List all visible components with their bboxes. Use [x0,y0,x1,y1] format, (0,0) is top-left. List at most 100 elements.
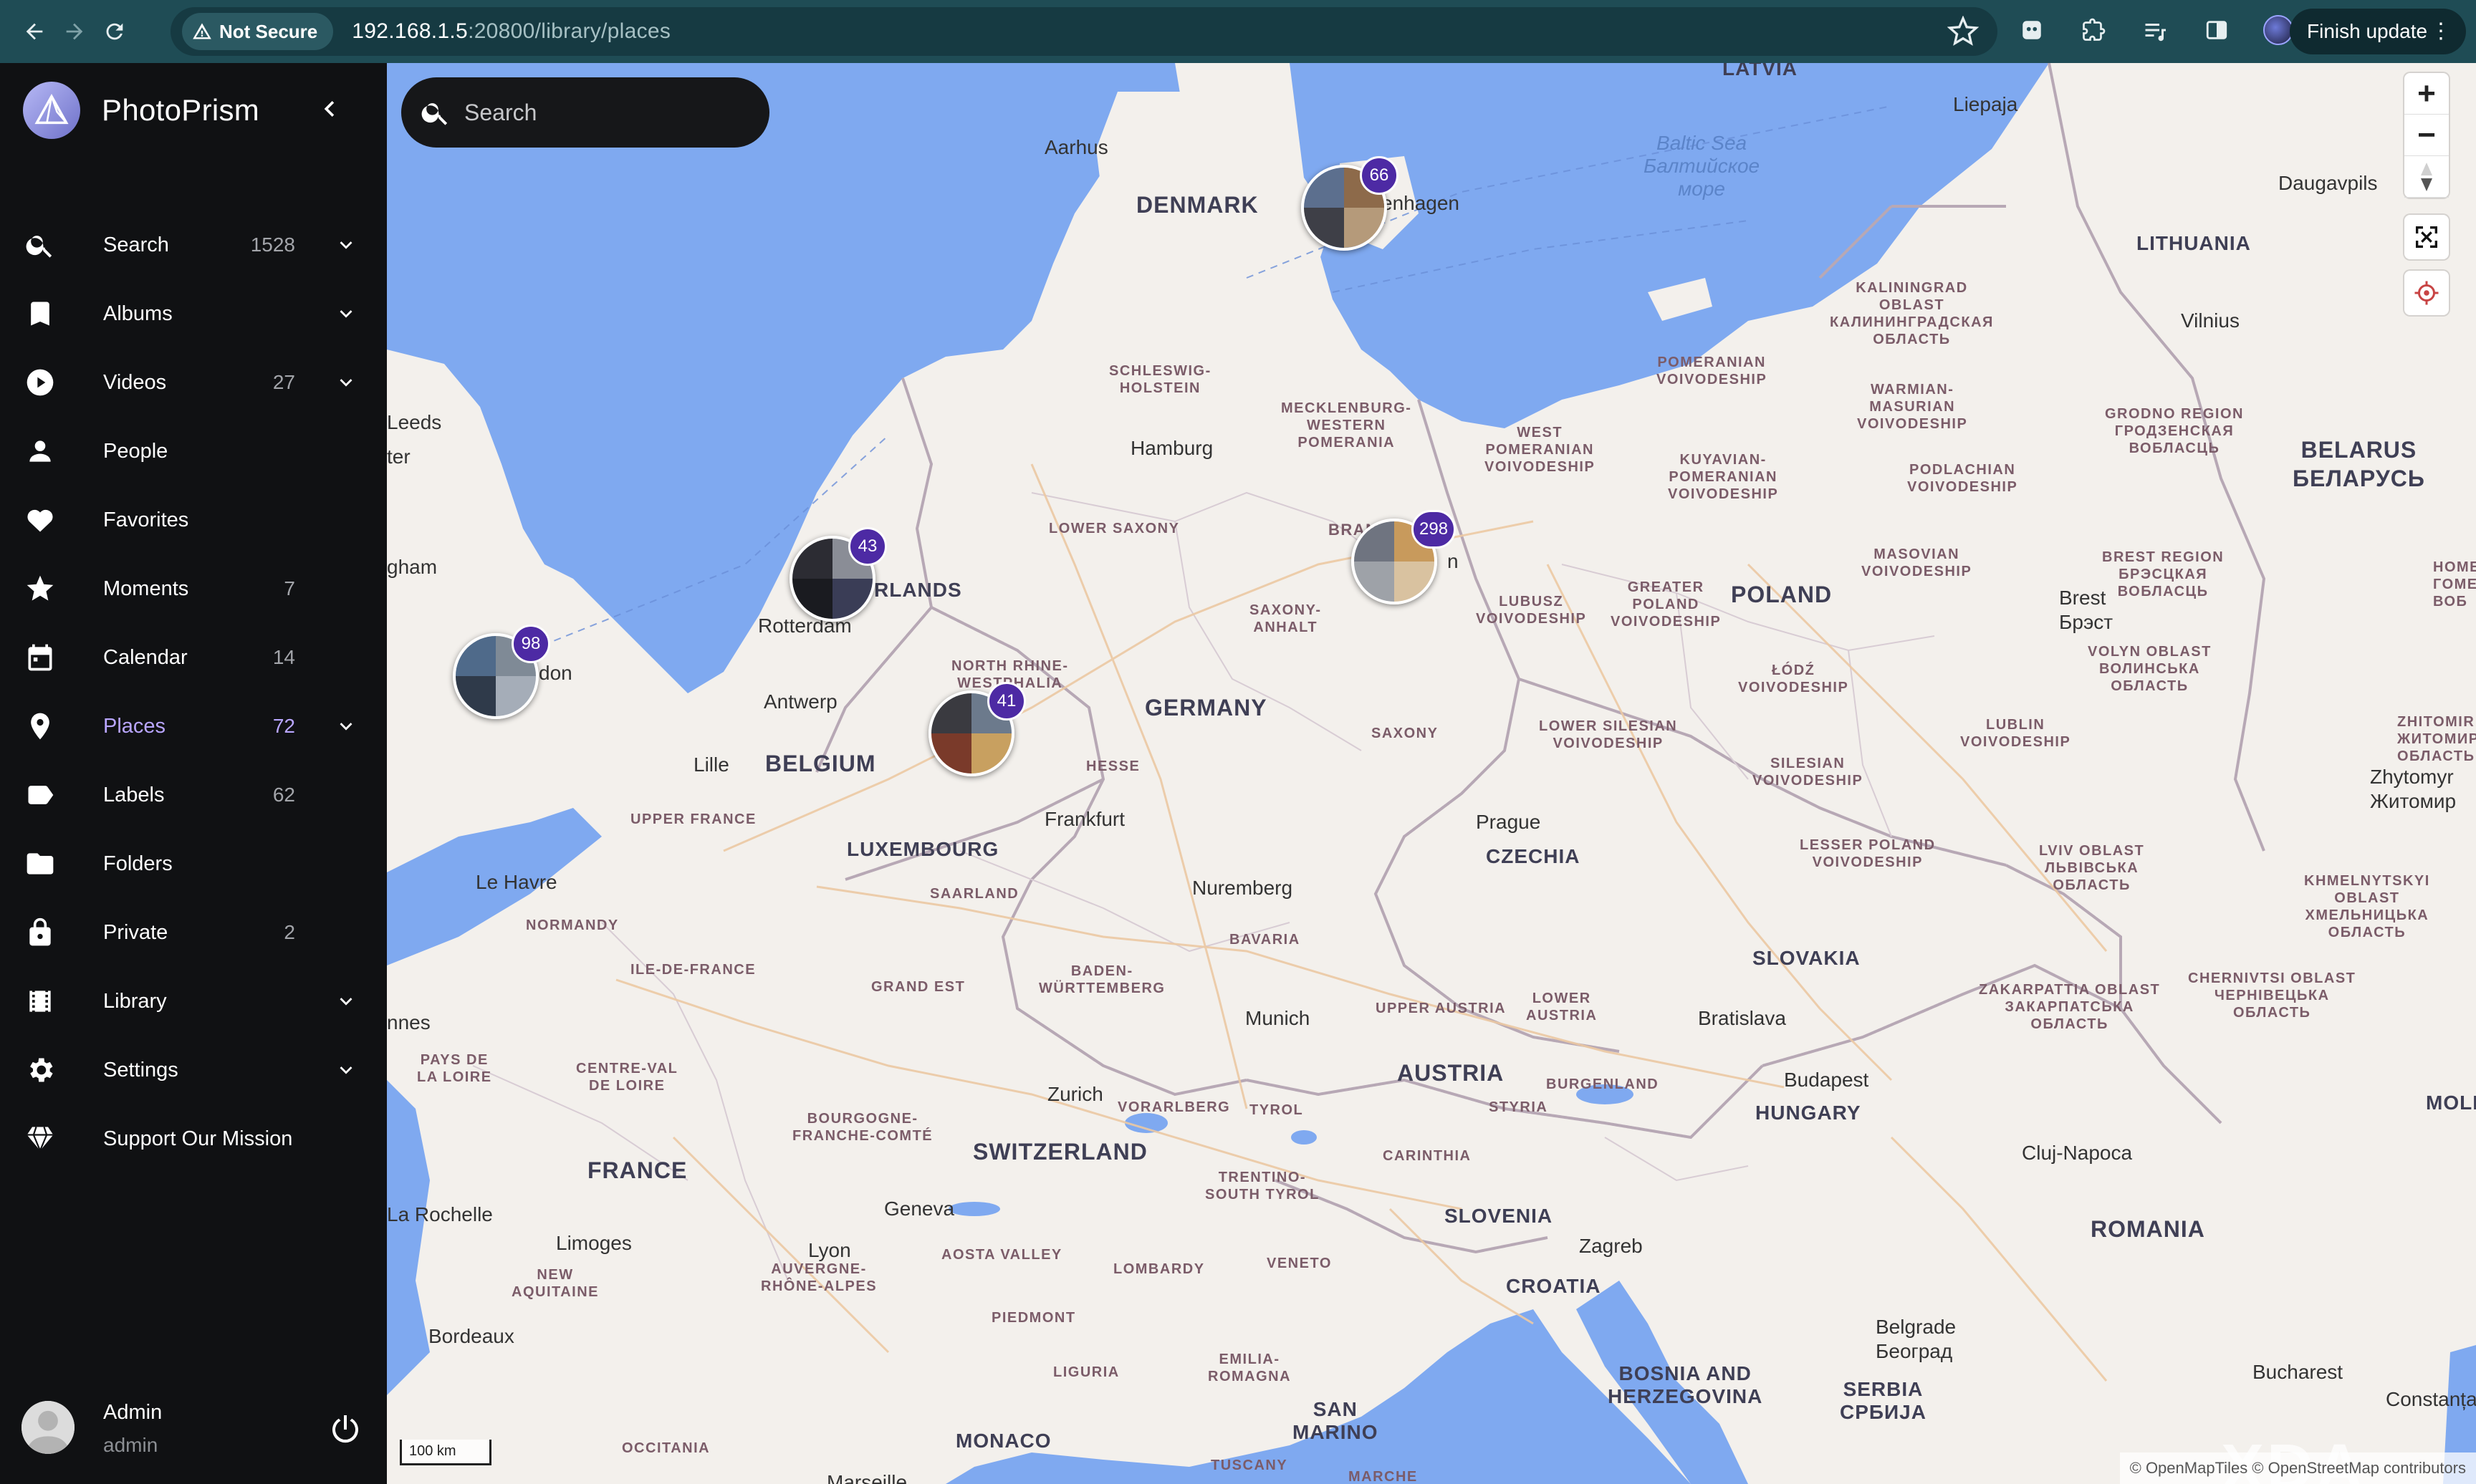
map-search-box[interactable] [401,77,769,148]
sidebar-item-places[interactable]: Places 72 [0,692,387,761]
map-label: ROMAGNA [1208,1369,1292,1384]
sidebar-item-calendar[interactable]: Calendar 14 [0,623,387,692]
gear-icon [30,1058,53,1082]
address-bar[interactable]: Not Secure 192.168.1.5:20800/library/pla… [171,7,1997,56]
cluster-thumbnail [1394,562,1434,602]
chevron-down-icon[interactable] [334,989,358,1013]
map-label: ŁÓDŹ [1771,662,1815,678]
chevron-down-icon[interactable] [334,233,358,257]
map-label: DE LOIRE [588,1078,666,1094]
map-label-region: CENTRE-VAL DE LOIRE [576,1060,678,1094]
map-label-region: ŁÓDŹ VOIVODESHIP [1738,662,1848,696]
cluster-count-badge[interactable]: 41 [987,682,1026,721]
chevron-left-icon[interactable] [314,93,345,125]
chevron-down-icon[interactable] [334,302,358,326]
map-label-city: Zhytomyr Житомир [2370,765,2456,814]
sidebar-item-folders[interactable]: Folders [0,829,387,898]
sidebar: PhotoPrism Search 1528 Albums Videos 27 … [0,63,387,1484]
back-button[interactable] [14,11,54,52]
person-icon [29,440,51,462]
map-label: SLOVAKIA [1752,947,1861,969]
sidebar-item-albums[interactable]: Albums [0,279,387,348]
sidebar-item-support[interactable]: Support Our Mission [0,1104,387,1173]
chevron-down-icon[interactable] [334,714,358,738]
search-icon [421,103,448,125]
sidebar-item-favorites[interactable]: Favorites [0,486,387,554]
security-indicator[interactable]: Not Secure [182,13,334,50]
map-label: GRAND EST [871,979,966,995]
map-label: KUYAVIAN- [1679,452,1767,468]
map-label: VOIVODESHIP [1861,564,1972,579]
chevron-down-icon[interactable] [334,1058,358,1082]
extension-icon[interactable] [2013,11,2050,49]
map-label: AUSTRIA [1526,1008,1598,1023]
map-search-input[interactable] [464,99,736,126]
map-label: Lyon [808,1239,851,1261]
map-label-city: Brest Брэст [2059,586,2113,635]
map-label: Frankfurt [1045,808,1126,830]
map-label: BADEN- [1070,963,1133,979]
map-label-region: CHERNIVTSI OBLAST ЧЕРНІВЕЦЬКА ОБЛАСТЬ [2188,970,2356,1021]
map-label: LIGURIA [1053,1364,1120,1380]
locate-button[interactable] [2404,271,2449,315]
map-label: gham [387,556,438,578]
fullscreen-button[interactable] [2404,215,2449,259]
reload-icon [106,23,123,40]
sidebar-item-library[interactable]: Library [0,967,387,1036]
map-label: Nuremberg [1192,877,1293,899]
arrow-left-icon [26,23,43,40]
brand[interactable]: PhotoPrism [23,80,259,140]
user-profile[interactable]: Admin admin [21,1395,373,1460]
media-controls-button[interactable] [2136,11,2174,49]
cluster-count-badge[interactable]: 66 [1360,156,1398,195]
places-map[interactable]: LATVIA Liepaja Aarhus DENMARK enhagen Ba… [387,63,2476,1484]
zoom-in-button[interactable]: + [2404,73,2449,115]
sidebar-item-settings[interactable]: Settings [0,1036,387,1104]
map-label: SAXONY- [1249,602,1322,618]
cluster-count-badge[interactable]: 298 [1411,510,1457,549]
folder-icon [27,853,54,874]
map-label: LESSER POLAND [1800,837,1936,853]
extensions-button[interactable] [2075,11,2112,49]
finish-update-button[interactable]: Finish update ⋮ [2290,9,2466,54]
sidebar-item-label: Calendar [103,645,188,669]
sidebar-item-people[interactable]: People [0,417,387,486]
map-label: KALININGRAD [1856,280,1968,296]
sidebar-item-videos[interactable]: Videos 27 [0,348,387,417]
map-label: FRANCHE-COMTÉ [792,1128,934,1144]
map-label: n [1447,550,1459,572]
map-label: FRANCE [587,1157,688,1183]
map-label: Geneva [884,1198,955,1220]
cluster-thumbnail [1304,168,1344,208]
url-path: :20800/library/places [468,19,671,43]
fullscreen-icon [2416,226,2437,248]
power-icon[interactable] [328,1411,363,1445]
zoom-out-button[interactable]: − [2404,115,2449,156]
url-text[interactable]: 192.168.1.5:20800/library/places [352,19,671,44]
map-label: Bucharest [2252,1361,2343,1383]
map-label: SAXONY [1371,726,1439,741]
bookmark-star-icon[interactable] [1947,16,1979,47]
chevron-down-icon[interactable] [334,370,358,395]
map-label-region: LUBUSZ VOIVODESHIP [1476,593,1586,627]
side-panel-button[interactable] [2198,11,2235,49]
cluster-thumbnail [456,636,496,676]
map-attribution[interactable]: © OpenMapTiles © OpenStreetMap contribut… [2119,1452,2476,1484]
map-label: LVIV OBLAST [2039,843,2145,859]
forward-button[interactable] [54,11,95,52]
cluster-count-badge[interactable]: 43 [848,527,887,566]
cluster-count-badge[interactable]: 98 [512,625,550,663]
map-label-region: KALININGRAD OBLAST КАЛИНИНГРАДСКАЯ ОБЛАСТЬ [1830,279,1994,348]
map-label: ILE-DE-FRANCE [630,962,757,978]
map-label: LOWER SILESIAN [1539,718,1678,734]
cluster-thumbnail [1354,521,1394,562]
sidebar-item-labels[interactable]: Labels 62 [0,761,387,829]
warning-triangle-icon [193,23,211,39]
map-label-region: KHMELNYTSKYI OBLAST ХМЕЛЬНИЦЬКА ОБЛАСТЬ [2304,872,2430,941]
sidebar-item-private[interactable]: Private 2 [0,898,387,967]
reload-button[interactable] [95,11,135,52]
sidebar-item-label: Folders [103,852,173,875]
sidebar-item-moments[interactable]: Moments 7 [0,554,387,623]
sidebar-item-search[interactable]: Search 1528 [0,211,387,279]
compass-button[interactable] [2404,156,2449,198]
